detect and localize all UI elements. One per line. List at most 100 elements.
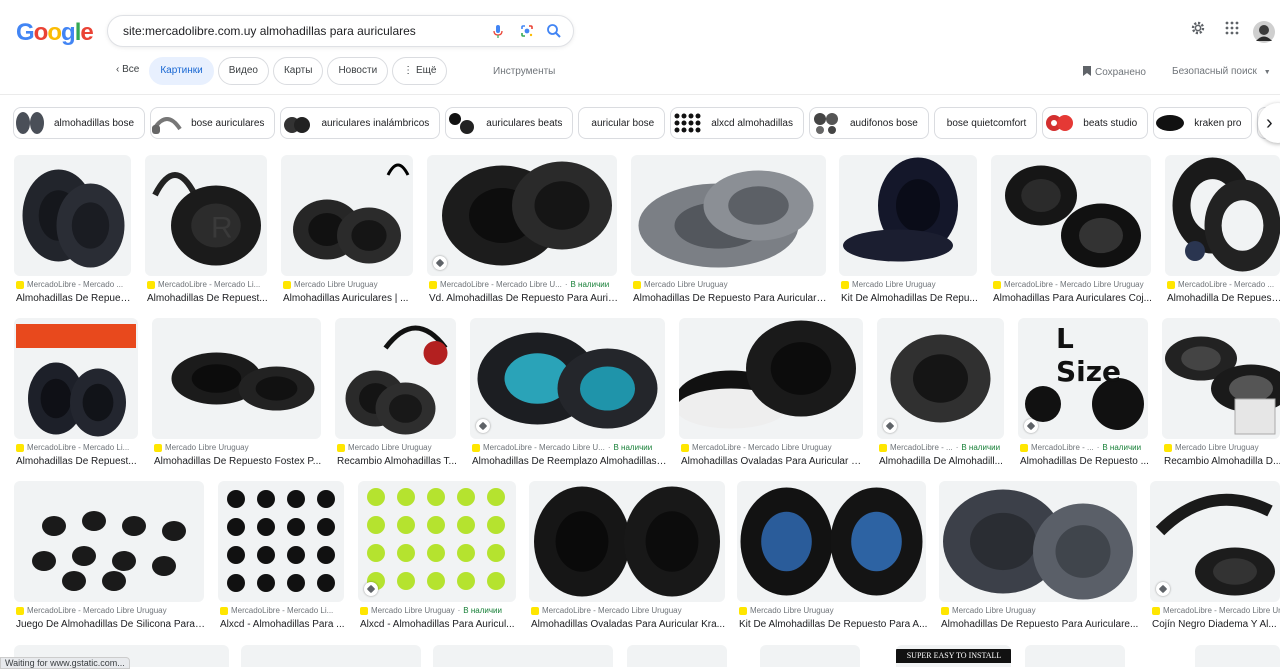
google-logo[interactable]: Google (16, 19, 93, 47)
result-title[interactable]: Almohadillas Para Auriculares Coj... (993, 293, 1153, 304)
image-result-card[interactable]: MercadoLibre - ...·В наличииAlmohadilla … (877, 318, 1004, 473)
result-title[interactable]: Almohadillas Auriculares | ... (283, 293, 415, 304)
image-result-card[interactable]: MercadoLibre - Mercado ...Almohadillas D… (14, 155, 131, 310)
image-result-card[interactable]: Mercado Libre UruguayKit De Almohadillas… (839, 155, 977, 310)
result-thumbnail[interactable] (991, 155, 1151, 276)
result-thumbnail[interactable] (1025, 645, 1125, 667)
saved-link[interactable]: Сохранено (1083, 66, 1146, 78)
result-title[interactable]: Almohadilla De Repuest... (1167, 293, 1280, 304)
apps-grid-icon[interactable] (1224, 20, 1240, 36)
result-thumbnail[interactable] (241, 645, 421, 667)
result-thumbnail[interactable] (427, 155, 617, 276)
microphone-icon[interactable] (490, 23, 506, 39)
result-title[interactable]: Alxcd - Almohadillas Para ... (220, 619, 346, 630)
result-title[interactable]: Vd. Almohadillas De Repuesto Para Auric.… (429, 293, 619, 304)
chip[interactable]: auriculares beats (445, 107, 573, 139)
result-title[interactable]: Almohadillas De Repuesto Para Auriculare… (633, 293, 828, 304)
image-result-card[interactable]: MercadoLibre - Mercado Libre U...·В нали… (470, 318, 665, 473)
image-result-card[interactable]: Mercado Libre UruguayAlmohadillas De Rep… (631, 155, 826, 310)
image-result-card[interactable]: MercadoLibre - Mercado Libre UruguayAlmo… (529, 481, 725, 636)
chip[interactable]: bose quietcomfort (934, 107, 1038, 139)
result-thumbnail[interactable] (839, 155, 977, 276)
result-thumbnail[interactable] (358, 481, 516, 602)
lens-camera-icon[interactable] (519, 23, 535, 39)
result-thumbnail[interactable]: L Size (1018, 318, 1148, 439)
chip[interactable]: kraken pro (1153, 107, 1252, 139)
result-title[interactable]: Alxcd - Almohadillas Para Auricul... (360, 619, 518, 630)
image-result-card[interactable]: MercadoLibre - Mercado Libre UruguayJueg… (14, 481, 204, 636)
image-result-card[interactable]: Mercado Libre UruguayRecambio Almohadill… (335, 318, 456, 473)
result-thumbnail[interactable] (877, 318, 1004, 439)
result-title[interactable]: Almohadillas De Reemplazo Almohadillas .… (472, 456, 667, 467)
image-result-card[interactable]: MercadoLibre - Mercado Libre U...·В нали… (427, 155, 617, 310)
result-thumbnail[interactable] (335, 318, 456, 439)
result-title[interactable]: Almohadillas Ovaladas Para Auricular K..… (681, 456, 865, 467)
chip[interactable]: almohadillas bose (13, 107, 145, 139)
result-thumbnail[interactable] (529, 481, 725, 602)
result-thumbnail[interactable] (1165, 155, 1280, 276)
image-result-card[interactable]: MercadoLibre - Mercado Li...Alxcd - Almo… (218, 481, 344, 636)
image-result-card[interactable]: Mercado Libre UruguayAlmohadillas Auricu… (281, 155, 413, 310)
result-thumbnail[interactable] (631, 155, 826, 276)
tab-images[interactable]: Картинки (149, 57, 213, 85)
result-title[interactable]: Kit De Almohadillas De Repuesto Para A..… (739, 619, 928, 630)
result-thumbnail[interactable] (1162, 318, 1280, 439)
result-thumbnail[interactable] (152, 318, 321, 439)
image-result-card[interactable]: MercadoLibre - Mercado Libre UruguayAlmo… (679, 318, 863, 473)
chip[interactable]: auricular bose (578, 107, 665, 139)
result-title[interactable]: Recambio Almohadilla D... (1164, 456, 1280, 467)
image-result-card[interactable]: MercadoLibre - Mercado Libre UruguayAlmo… (991, 155, 1151, 310)
result-title[interactable]: Almohadillas De Repuest... (16, 456, 140, 467)
image-result-card[interactable]: MercadoLibre - Mercado Libre Uru...·В на… (1150, 481, 1280, 636)
search-box[interactable]: site:mercadolibre.com.uy almohadillas pa… (107, 15, 574, 47)
image-result-card[interactable]: RMercadoLibre - Mercado Li...Almohadilla… (145, 155, 267, 310)
chip[interactable]: bose auriculares (150, 107, 275, 139)
result-thumbnail[interactable] (433, 645, 613, 667)
result-thumbnail[interactable] (218, 481, 344, 602)
image-result-card[interactable]: Mercado Libre UruguayAlmohadillas De Rep… (939, 481, 1137, 636)
result-title[interactable]: Almohadillas De Repuest... (147, 293, 269, 304)
result-thumbnail[interactable] (281, 155, 413, 276)
tab-video[interactable]: Видео (218, 57, 269, 85)
chip[interactable]: alxcd almohadillas (670, 107, 804, 139)
account-avatar[interactable] (1253, 21, 1275, 43)
result-thumbnail[interactable] (1150, 481, 1280, 602)
image-result-card[interactable]: Mercado Libre UruguayRecambio Almohadill… (1162, 318, 1280, 473)
tab-all[interactable]: ‹ Все (110, 57, 145, 85)
result-thumbnail[interactable] (627, 645, 727, 667)
result-title[interactable]: Almohadilla De Almohadill... (879, 456, 1006, 467)
result-title[interactable]: Almohadillas De Repuesto Fostex P... (154, 456, 323, 467)
chip[interactable]: beats studio (1042, 107, 1148, 139)
result-title[interactable]: Almohadillas De Repuesto Para Auriculare… (941, 619, 1139, 630)
result-title[interactable]: Recambio Almohadillas T... (337, 456, 458, 467)
search-input[interactable]: site:mercadolibre.com.uy almohadillas pa… (123, 24, 416, 38)
result-thumbnail[interactable]: SUPER EASY TO INSTALL (896, 645, 1011, 667)
result-title[interactable]: Kit De Almohadillas De Repu... (841, 293, 979, 304)
safesearch-dropdown[interactable]: Безопасный поиск ▼ (1172, 66, 1271, 77)
image-result-card[interactable]: MercadoLibre - Mercado Li...Almohadillas… (14, 318, 138, 473)
result-thumbnail[interactable] (470, 318, 665, 439)
image-result-card[interactable]: Mercado Libre UruguayKit De Almohadillas… (737, 481, 926, 636)
result-title[interactable]: Juego De Almohadillas De Silicona Para .… (16, 619, 206, 630)
result-thumbnail[interactable] (14, 318, 138, 439)
image-result-card[interactable]: Mercado Libre Uruguay·В наличииAlxcd - A… (358, 481, 516, 636)
result-thumbnail[interactable]: R (145, 155, 267, 276)
result-title[interactable]: Cojín Negro Diadema Y Al... (1152, 619, 1280, 630)
result-thumbnail[interactable] (760, 645, 860, 667)
result-thumbnail[interactable] (679, 318, 863, 439)
search-icon[interactable] (546, 23, 562, 39)
image-result-card[interactable]: L SizeMercadoLibre - ...·В наличииAlmoha… (1018, 318, 1148, 473)
tools-button[interactable]: Инструменты (493, 66, 555, 77)
tab-maps[interactable]: Карты (273, 57, 324, 85)
result-thumbnail[interactable] (1195, 645, 1280, 667)
image-result-card[interactable]: MercadoLibre - Mercado ...Almohadilla De… (1165, 155, 1280, 310)
result-thumbnail[interactable] (939, 481, 1137, 602)
tab-more[interactable]: ⋮ Ещё (392, 57, 447, 85)
result-title[interactable]: Almohadillas De Repuesto ... (16, 293, 133, 304)
result-thumbnail[interactable] (14, 155, 131, 276)
result-thumbnail[interactable] (14, 481, 204, 602)
result-title[interactable]: Almohadillas De Repuesto ... (1020, 456, 1150, 467)
result-title[interactable]: Almohadillas Ovaladas Para Auricular Kra… (531, 619, 727, 630)
settings-gear-icon[interactable] (1190, 20, 1206, 36)
result-thumbnail[interactable] (737, 481, 926, 602)
